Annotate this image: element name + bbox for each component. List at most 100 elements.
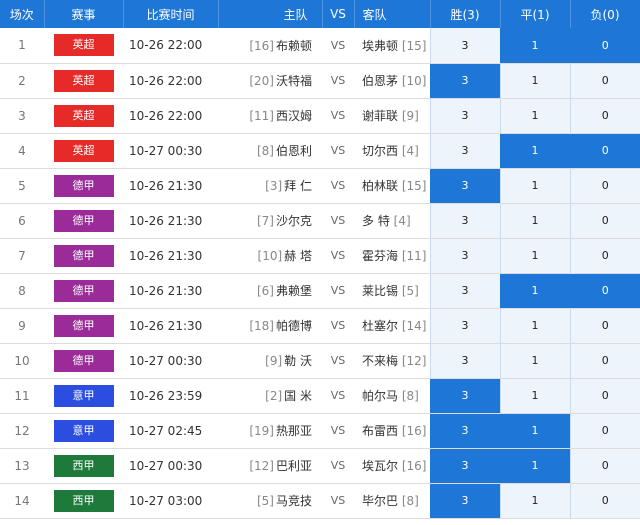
home-rank: [3] [265, 179, 283, 193]
table-row: 12 意甲 10-27 02:45 [19] 热那亚 VS 布雷西 [16] 3 … [0, 413, 640, 449]
league-badge[interactable]: 西甲 [53, 489, 114, 512]
odds-draw-cell[interactable]: 1 [499, 273, 570, 309]
match-index: 4 [0, 133, 44, 169]
odds-win-cell[interactable]: 3 [429, 133, 500, 169]
match-time: 10-27 02:45 [123, 413, 218, 449]
away-team-name: 毕尔巴 [362, 494, 399, 508]
odds-draw-cell[interactable]: 1 [499, 98, 570, 134]
league-badge[interactable]: 西甲 [53, 454, 114, 477]
home-rank: [20] [249, 74, 274, 88]
league-badge[interactable]: 德甲 [53, 174, 114, 197]
odds-draw-cell[interactable]: 1 [499, 63, 570, 99]
odds-lose-cell[interactable]: 0 [569, 203, 640, 239]
league-cell: 德甲 [44, 273, 123, 309]
league-badge[interactable]: 德甲 [53, 209, 114, 232]
match-index: 8 [0, 273, 44, 309]
league-badge[interactable]: 英超 [53, 104, 114, 127]
odds-lose-cell[interactable]: 0 [569, 343, 640, 379]
odds-draw-cell[interactable]: 1 [499, 413, 570, 449]
league-badge[interactable]: 德甲 [53, 314, 114, 337]
league-cell: 英超 [44, 98, 123, 134]
home-team-name: 帕德博 [275, 319, 312, 333]
league-cell: 西甲 [44, 448, 123, 484]
odds-win-cell[interactable]: 3 [429, 378, 500, 414]
table-row: 4 英超 10-27 00:30 [8] 伯恩利 VS 切尔西 [4] 3 1 0 [0, 133, 640, 169]
odds-draw-cell[interactable]: 1 [499, 378, 570, 414]
home-rank: [7] [256, 214, 274, 228]
odds-win-cell[interactable]: 3 [429, 448, 500, 484]
odds-win-cell[interactable]: 3 [429, 203, 500, 239]
league-cell: 英超 [44, 133, 123, 169]
away-team: 莱比锡 [5] [354, 273, 430, 309]
away-rank: [12] [401, 354, 427, 368]
odds-lose-cell[interactable]: 0 [569, 273, 640, 309]
odds-draw-cell[interactable]: 1 [499, 483, 570, 519]
odds-draw-cell[interactable]: 1 [499, 168, 570, 204]
odds-lose-cell[interactable]: 0 [569, 28, 640, 64]
vs-label: VS [322, 63, 354, 99]
table-row: 14 西甲 10-27 03:00 [5] 马竞技 VS 毕尔巴 [8] 3 1 … [0, 483, 640, 519]
odds-lose-cell[interactable]: 0 [569, 308, 640, 344]
odds-lose-cell[interactable]: 0 [569, 483, 640, 519]
vs-label: VS [322, 273, 354, 309]
odds-draw-cell[interactable]: 1 [499, 133, 570, 169]
odds-draw-cell[interactable]: 1 [499, 28, 570, 64]
league-badge[interactable]: 意甲 [53, 419, 114, 442]
league-badge[interactable]: 德甲 [53, 349, 114, 372]
odds-lose-cell[interactable]: 0 [569, 413, 640, 449]
league-badge[interactable]: 德甲 [53, 279, 114, 302]
table-row: 7 德甲 10-26 21:30 [10] 赫 塔 VS 霍芬海 [11] 3 1… [0, 238, 640, 274]
home-team: [7] 沙尔克 [218, 203, 322, 239]
odds-lose-cell[interactable]: 0 [569, 133, 640, 169]
odds-win-cell[interactable]: 3 [429, 168, 500, 204]
league-cell: 德甲 [44, 308, 123, 344]
odds-lose-cell[interactable]: 0 [569, 378, 640, 414]
odds-lose-cell[interactable]: 0 [569, 168, 640, 204]
away-team: 谢菲联 [9] [354, 98, 430, 134]
league-badge[interactable]: 英超 [53, 69, 114, 92]
league-badge[interactable]: 德甲 [53, 244, 114, 267]
league-cell: 英超 [44, 28, 123, 64]
match-time: 10-26 21:30 [123, 203, 218, 239]
away-team: 帕尔马 [8] [354, 378, 430, 414]
odds-win-cell[interactable]: 3 [429, 98, 500, 134]
league-badge[interactable]: 意甲 [53, 384, 114, 407]
odds-win-cell[interactable]: 3 [429, 308, 500, 344]
home-team: [11] 西汉姆 [218, 98, 322, 134]
odds-draw-cell[interactable]: 1 [499, 238, 570, 274]
odds-win-cell[interactable]: 3 [429, 238, 500, 274]
vs-label: VS [322, 98, 354, 134]
odds-lose-cell[interactable]: 0 [569, 63, 640, 99]
home-team-name: 赫 塔 [284, 249, 312, 263]
odds-lose-cell[interactable]: 0 [569, 238, 640, 274]
odds-win-cell[interactable]: 3 [429, 273, 500, 309]
odds-win-cell[interactable]: 3 [429, 28, 500, 64]
odds-win-cell[interactable]: 3 [429, 483, 500, 519]
odds-lose-cell[interactable]: 0 [569, 98, 640, 134]
odds-lose-cell[interactable]: 0 [569, 448, 640, 484]
away-rank: [15] [401, 179, 427, 193]
table-row: 8 德甲 10-26 21:30 [6] 弗赖堡 VS 莱比锡 [5] 3 1 0 [0, 273, 640, 309]
odds-win-cell[interactable]: 3 [429, 63, 500, 99]
home-team-name: 伯恩利 [275, 144, 312, 158]
league-badge[interactable]: 英超 [53, 139, 114, 162]
match-time: 10-26 21:30 [123, 238, 218, 274]
odds-draw-cell[interactable]: 1 [499, 448, 570, 484]
odds-draw-cell[interactable]: 1 [499, 308, 570, 344]
vs-label: VS [322, 308, 354, 344]
home-team-name: 勒 沃 [284, 354, 312, 368]
vs-label: VS [322, 448, 354, 484]
league-badge[interactable]: 英超 [53, 34, 114, 57]
odds-draw-cell[interactable]: 1 [499, 203, 570, 239]
match-time: 10-27 00:30 [123, 133, 218, 169]
odds-draw-cell[interactable]: 1 [499, 343, 570, 379]
odds-win-cell[interactable]: 3 [429, 343, 500, 379]
home-team-name: 沙尔克 [275, 214, 312, 228]
away-team: 切尔西 [4] [354, 133, 430, 169]
away-team: 毕尔巴 [8] [354, 483, 430, 519]
away-team-name: 杜塞尔 [362, 319, 399, 333]
league-cell: 意甲 [44, 378, 123, 414]
match-index: 10 [0, 343, 44, 379]
odds-win-cell[interactable]: 3 [429, 413, 500, 449]
away-rank: [4] [401, 144, 419, 158]
